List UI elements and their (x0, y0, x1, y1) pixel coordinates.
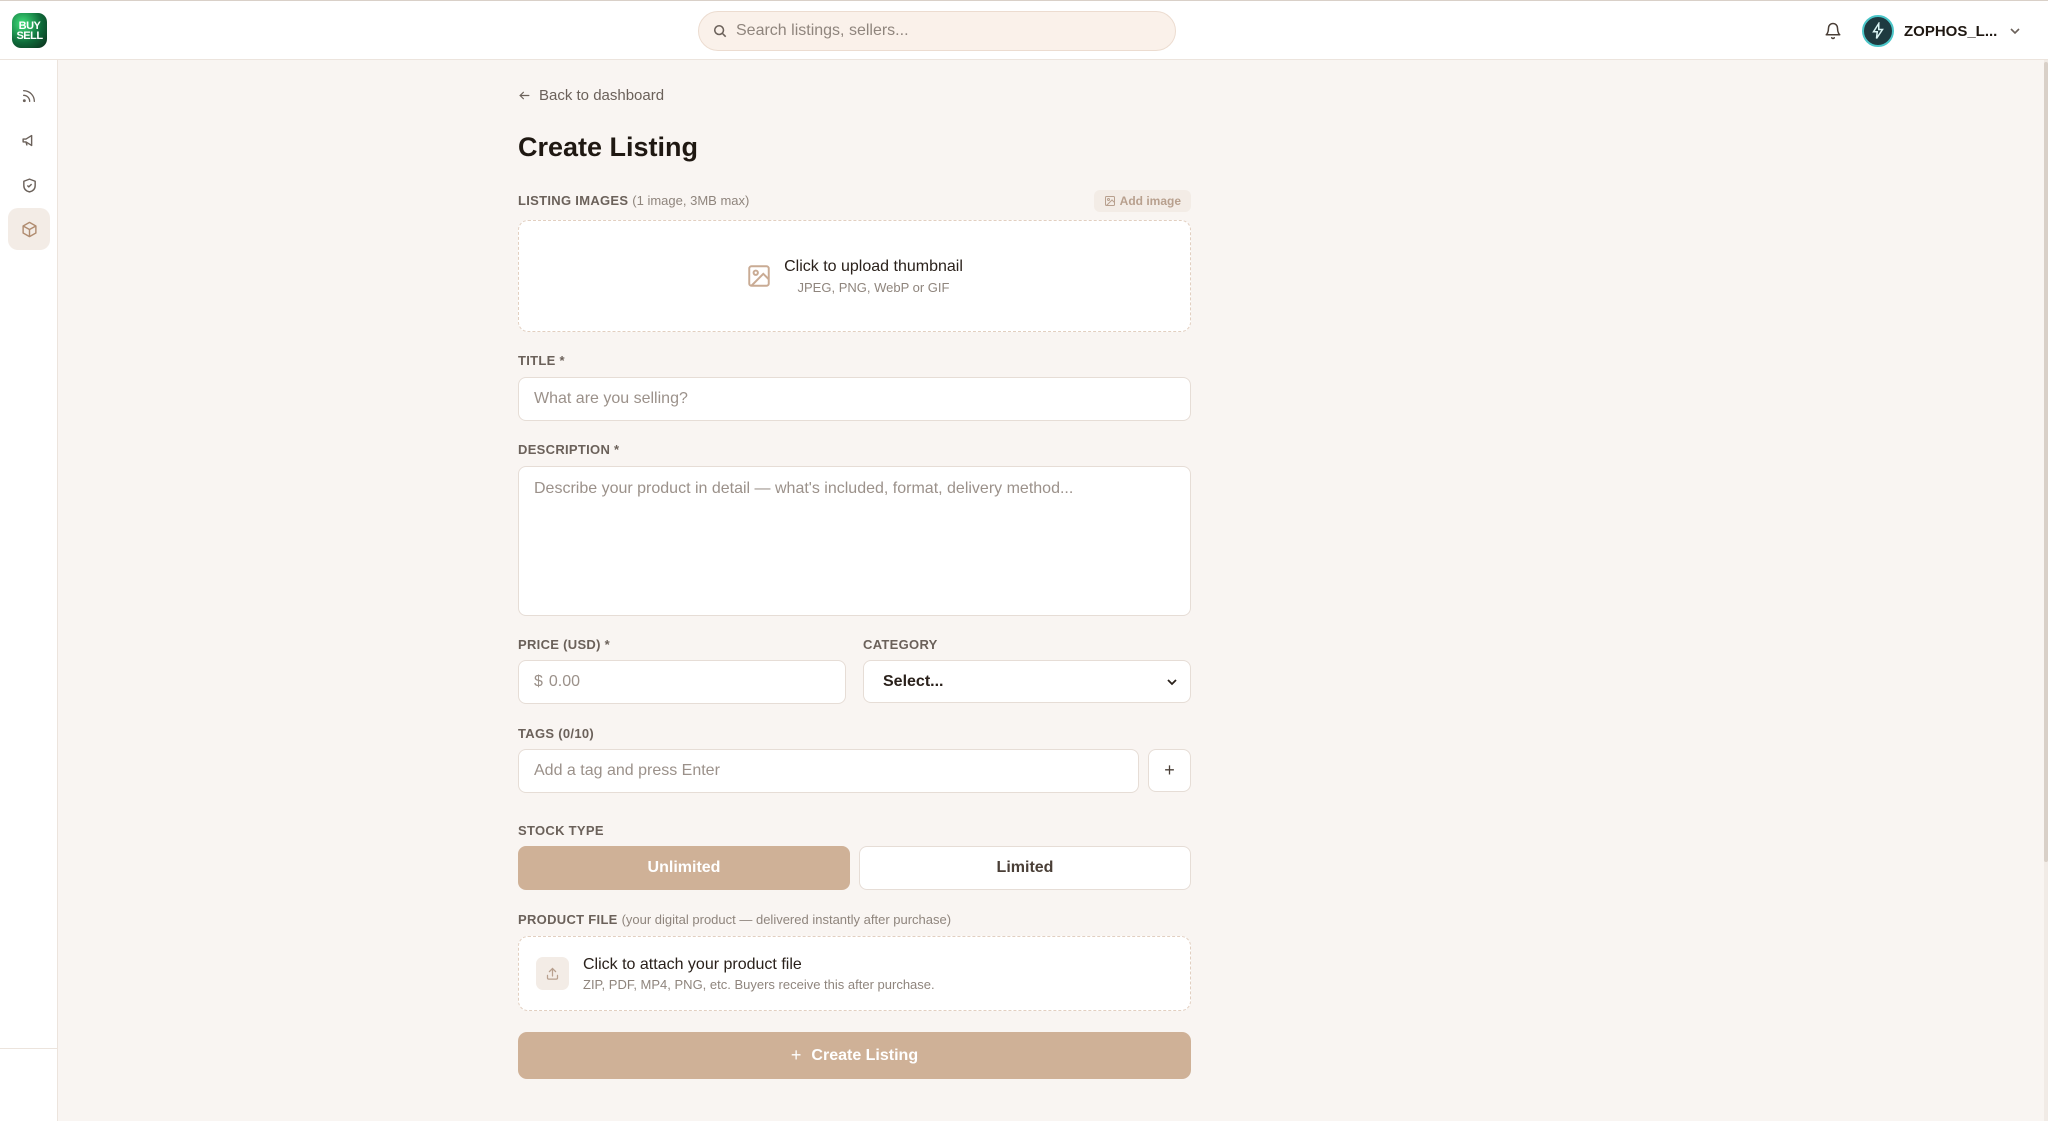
page-title: Create Listing (518, 132, 699, 162)
package-icon (21, 221, 37, 237)
plus-icon: + (790, 1045, 802, 1065)
price-input[interactable] (548, 673, 829, 691)
sidebar-item-security[interactable] (8, 164, 50, 206)
top-bar: BUY SELL ZOPHOS_L... (0, 0, 2048, 60)
images-hint: (1 image, 3MB max) (632, 193, 750, 208)
sidebar: Z (0, 60, 58, 1121)
search-bar[interactable] (698, 11, 1176, 51)
create-listing-button[interactable]: + Create Listing (518, 1032, 1191, 1079)
user-menu[interactable]: ZOPHOS_L... (1862, 15, 2021, 47)
arrow-left-icon (519, 91, 530, 100)
search-icon (713, 24, 727, 38)
thumbnail-upload-area[interactable]: Click to upload thumbnail JPEG, PNG, Web… (518, 220, 1191, 332)
megaphone-icon (21, 134, 32, 146)
shield-check-icon (22, 177, 36, 193)
images-label: LISTING IMAGES (1 image, 3MB max) (518, 193, 749, 208)
create-listing-label: Create Listing (811, 1046, 919, 1064)
user-name: ZOPHOS_L... (1904, 22, 1998, 40)
sidebar-item-announcements[interactable] (8, 119, 50, 161)
image-icon (748, 265, 770, 287)
tag-input[interactable] (518, 749, 1139, 793)
chevron-down-icon (2010, 28, 2020, 35)
bell-icon (1825, 22, 1841, 40)
sidebar-divider (0, 1048, 58, 1049)
price-label: PRICE (USD) * (518, 637, 611, 652)
category-select[interactable]: Select... (863, 660, 1191, 703)
product-file-hint: (your digital product — delivered instan… (621, 912, 952, 927)
product-file-upload-area[interactable]: Click to attach your product file ZIP, P… (518, 936, 1191, 1011)
description-textarea[interactable] (518, 466, 1191, 616)
description-label: DESCRIPTION * (518, 442, 620, 457)
logo-text: BUY SELL (16, 19, 43, 42)
file-title: Click to attach your product file (583, 955, 802, 973)
category-selected-value: Select... (883, 672, 944, 690)
category-label: CATEGORY (863, 637, 938, 652)
upload-icon (546, 967, 559, 980)
user-avatar (1862, 15, 1894, 47)
file-icon-wrap (536, 957, 569, 990)
back-link[interactable]: Back to dashboard (518, 87, 664, 104)
stock-unlimited-label: Unlimited (647, 859, 721, 876)
back-label: Back to dashboard (539, 87, 665, 104)
add-image-button[interactable]: Add image (1093, 190, 1191, 212)
upload-text: Click to upload thumbnail JPEG, PNG, Web… (784, 258, 963, 295)
image-icon (1104, 196, 1115, 206)
product-file-label: PRODUCT FILE (your digital product — del… (518, 912, 951, 927)
upload-formats: JPEG, PNG, WebP or GIF (797, 279, 950, 295)
sidebar-item-listings[interactable] (8, 208, 50, 250)
scrollbar-thumb[interactable] (2044, 62, 2048, 862)
title-input[interactable] (518, 377, 1191, 421)
notifications-button[interactable] (1822, 20, 1844, 42)
product-file-label-text: PRODUCT FILE (518, 912, 618, 927)
app-logo[interactable]: BUY SELL (12, 13, 47, 48)
file-formats: ZIP, PDF, MP4, PNG, etc. Buyers receive … (583, 976, 935, 992)
stock-limited-label: Limited (996, 859, 1054, 876)
tags-label: TAGS (0/10) (518, 726, 595, 741)
search-input[interactable] (736, 22, 1156, 40)
upload-content: Click to upload thumbnail JPEG, PNG, Web… (746, 258, 963, 295)
stock-limited-button[interactable]: Limited (859, 846, 1191, 890)
file-text: Click to attach your product file ZIP, P… (583, 956, 935, 992)
rss-icon (22, 90, 35, 103)
title-label: TITLE * (518, 353, 565, 368)
stock-unlimited-button[interactable]: Unlimited (518, 846, 850, 890)
currency-symbol: $ (534, 673, 543, 690)
images-label-text: LISTING IMAGES (518, 193, 629, 208)
sidebar-item-feed[interactable] (8, 75, 50, 117)
add-tag-button[interactable]: + (1148, 749, 1191, 792)
plus-icon: + (1164, 760, 1175, 780)
stock-type-label: STOCK TYPE (518, 823, 604, 838)
chevron-down-icon (1167, 678, 1177, 685)
price-field[interactable]: $ (518, 660, 846, 704)
add-image-label: Add image (1119, 194, 1181, 208)
avatar-emblem-icon (1872, 22, 1884, 39)
upload-title: Click to upload thumbnail (784, 257, 963, 275)
